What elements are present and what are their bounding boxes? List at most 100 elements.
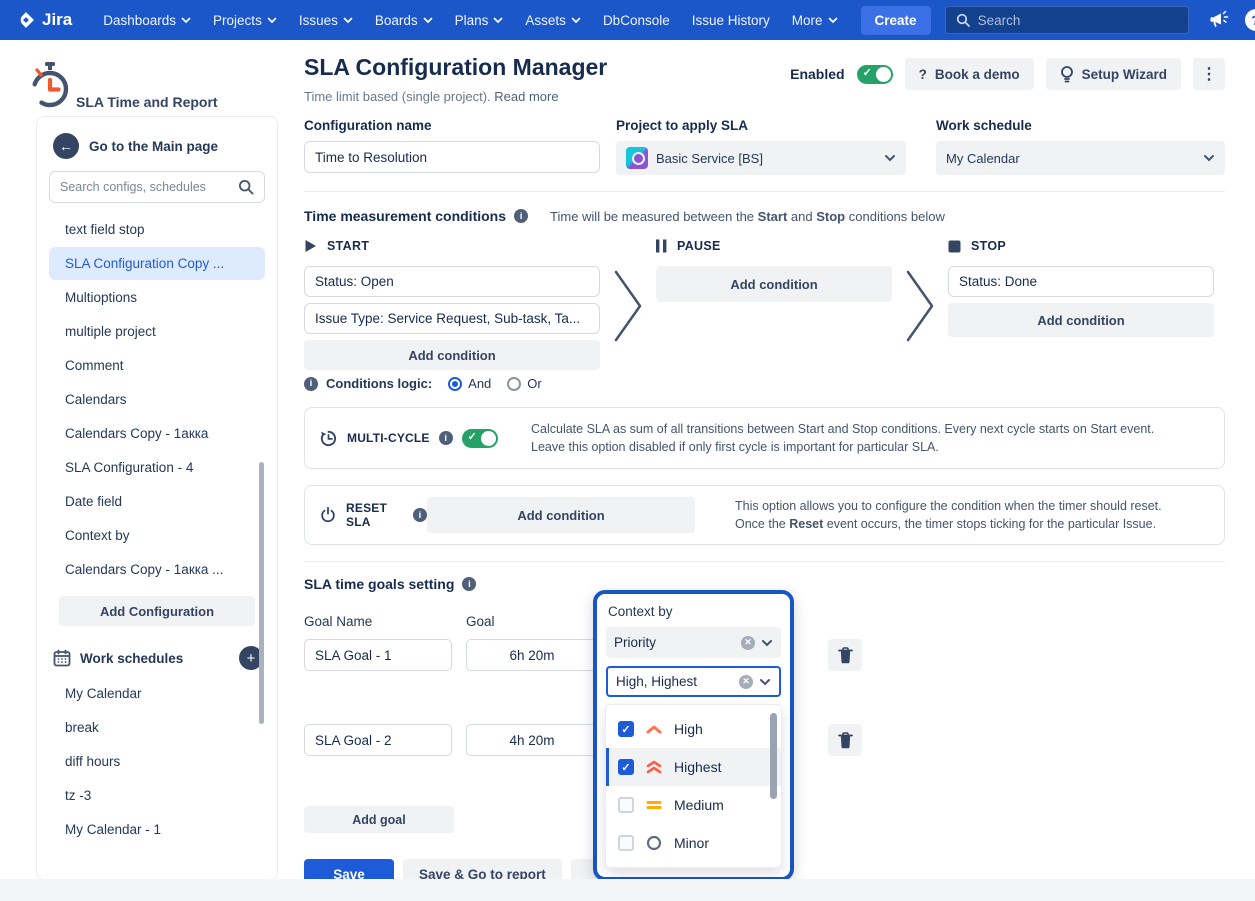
sidebar: SLA Time and Report ← Go to the Main pag… <box>0 40 290 901</box>
option-highest[interactable]: ✓ Highest <box>606 748 781 786</box>
multi-cycle-toggle[interactable]: ✓ <box>462 429 498 448</box>
checkbox-checked[interactable]: ✓ <box>618 721 634 737</box>
nav-boards[interactable]: Boards <box>366 7 442 34</box>
pause-icon <box>656 239 667 253</box>
stop-condition-chip[interactable]: Status: Done <box>948 266 1214 297</box>
jira-brand[interactable]: Jira <box>16 10 72 30</box>
option-medium[interactable]: Medium <box>606 786 781 824</box>
info-icon[interactable]: i <box>439 431 453 445</box>
logic-or-option[interactable]: Or <box>507 376 541 391</box>
radio-and[interactable] <box>448 377 462 391</box>
priority-medium-icon <box>645 799 663 811</box>
sidebar-search[interactable] <box>49 171 265 203</box>
stop-icon <box>948 240 961 253</box>
nav-plans[interactable]: Plans <box>446 7 513 34</box>
enabled-toggle[interactable]: ✓ <box>857 65 893 84</box>
info-icon[interactable]: i <box>462 577 476 591</box>
option-high[interactable]: ✓ High <box>606 710 781 748</box>
config-item[interactable]: Calendars Copy - 1акка <box>49 417 265 450</box>
schedule-item[interactable]: My Calendar - 1 <box>49 813 265 846</box>
book-demo-button[interactable]: ? Book a demo <box>905 58 1034 90</box>
nav-dbconsole[interactable]: DbConsole <box>594 7 679 34</box>
help-icon[interactable]: ? <box>1245 9 1255 31</box>
logic-and-option[interactable]: And <box>448 376 491 391</box>
delete-goal-button[interactable] <box>828 639 862 671</box>
schedule-item[interactable]: break <box>49 711 265 744</box>
context-values-select[interactable]: High, Highest ✕ <box>606 666 781 697</box>
start-conditions-column: START Status: Open Issue Type: Service R… <box>304 238 600 391</box>
goal-time-input[interactable] <box>466 639 598 671</box>
nav-icon-group: ? ⚙ <box>1209 7 1255 33</box>
add-configuration-button[interactable]: Add Configuration <box>59 596 255 626</box>
config-item[interactable]: multiple project <box>49 315 265 348</box>
schedule-item[interactable]: diff hours <box>49 745 265 778</box>
chevron-down-icon <box>761 639 773 647</box>
config-item[interactable]: Context by <box>49 519 265 552</box>
config-item[interactable]: Multioptions <box>49 281 265 314</box>
nav-issue-history[interactable]: Issue History <box>683 7 779 34</box>
delete-goal-button[interactable] <box>828 724 862 756</box>
announcement-icon[interactable] <box>1209 10 1231 30</box>
setup-wizard-button[interactable]: Setup Wizard <box>1046 58 1181 90</box>
info-icon[interactable]: i <box>514 209 528 223</box>
pause-add-condition-button[interactable]: Add condition <box>656 266 892 302</box>
app-screen: Jira Dashboards Projects Issues Boards P… <box>0 0 1255 901</box>
config-item[interactable]: text field stop <box>49 213 265 246</box>
nav-assets[interactable]: Assets <box>516 7 590 34</box>
reset-add-condition-button[interactable]: Add condition <box>427 497 695 533</box>
start-condition-chip[interactable]: Issue Type: Service Request, Sub-task, T… <box>304 303 600 334</box>
read-more-link[interactable]: Read more <box>494 89 558 104</box>
config-item-selected[interactable]: SLA Configuration Copy ... <box>49 247 265 280</box>
start-condition-chip[interactable]: Status: Open <box>304 266 600 297</box>
sidebar-search-input[interactable] <box>60 180 232 194</box>
option-minor[interactable]: Minor <box>606 824 781 862</box>
checkbox-checked[interactable]: ✓ <box>618 759 634 775</box>
global-search-input[interactable] <box>978 13 1178 28</box>
nav-projects[interactable]: Projects <box>204 7 286 34</box>
priority-minor-icon <box>645 835 663 851</box>
work-schedule-select[interactable]: My Calendar <box>936 141 1225 175</box>
nav-dashboards[interactable]: Dashboards <box>94 7 200 34</box>
create-button[interactable]: Create <box>861 6 931 35</box>
project-select[interactable]: Basic Service [BS] <box>616 141 906 175</box>
config-item[interactable]: SLA Configuration - 4 <box>49 451 265 484</box>
goal-name-input[interactable] <box>304 724 452 756</box>
sidebar-scrollbar[interactable] <box>259 462 264 724</box>
search-icon <box>238 179 254 195</box>
chevron-down-icon <box>493 17 503 24</box>
question-icon: ? <box>919 67 927 82</box>
brand-name: Jira <box>42 10 72 30</box>
radio-or[interactable] <box>507 377 521 391</box>
info-icon[interactable]: i <box>413 508 427 522</box>
config-item[interactable]: Date field <box>49 485 265 518</box>
schedule-item[interactable]: tz -3 <box>49 779 265 812</box>
priority-options-dropdown: ✓ High ✓ Highest <box>606 705 781 867</box>
back-to-main-link[interactable]: ← Go to the Main page <box>49 131 265 171</box>
clear-icon[interactable]: ✕ <box>739 675 753 689</box>
trash-icon <box>838 647 853 664</box>
clear-icon[interactable]: ✕ <box>741 636 755 650</box>
add-goal-button[interactable]: Add goal <box>304 806 454 833</box>
nav-issues[interactable]: Issues <box>290 7 362 34</box>
config-item[interactable]: Calendars Copy - 1акка ... <box>49 553 265 586</box>
check-icon: ✓ <box>863 66 872 79</box>
stop-add-condition-button[interactable]: Add condition <box>948 303 1214 337</box>
checkbox-unchecked[interactable] <box>618 835 634 851</box>
global-search[interactable] <box>945 6 1189 34</box>
config-name-input[interactable] <box>304 141 600 173</box>
play-icon <box>304 239 317 253</box>
schedule-item[interactable]: My Calendar <box>49 677 265 710</box>
work-schedules-header: Work schedules + <box>49 638 265 676</box>
goal-time-input[interactable] <box>466 724 598 756</box>
dropdown-scrollbar[interactable] <box>770 713 777 799</box>
context-field-select[interactable]: Priority ✕ <box>606 627 781 658</box>
goal-name-input[interactable] <box>304 639 452 671</box>
info-icon[interactable]: i <box>304 377 318 391</box>
nav-more[interactable]: More <box>783 7 847 34</box>
checkbox-unchecked[interactable] <box>618 797 634 813</box>
flow-chevron-separator <box>600 238 656 391</box>
config-item[interactable]: Comment <box>49 349 265 382</box>
start-add-condition-button[interactable]: Add condition <box>304 340 600 370</box>
config-item[interactable]: Calendars <box>49 383 265 416</box>
more-options-kebab-button[interactable]: ⋮ <box>1193 58 1225 90</box>
